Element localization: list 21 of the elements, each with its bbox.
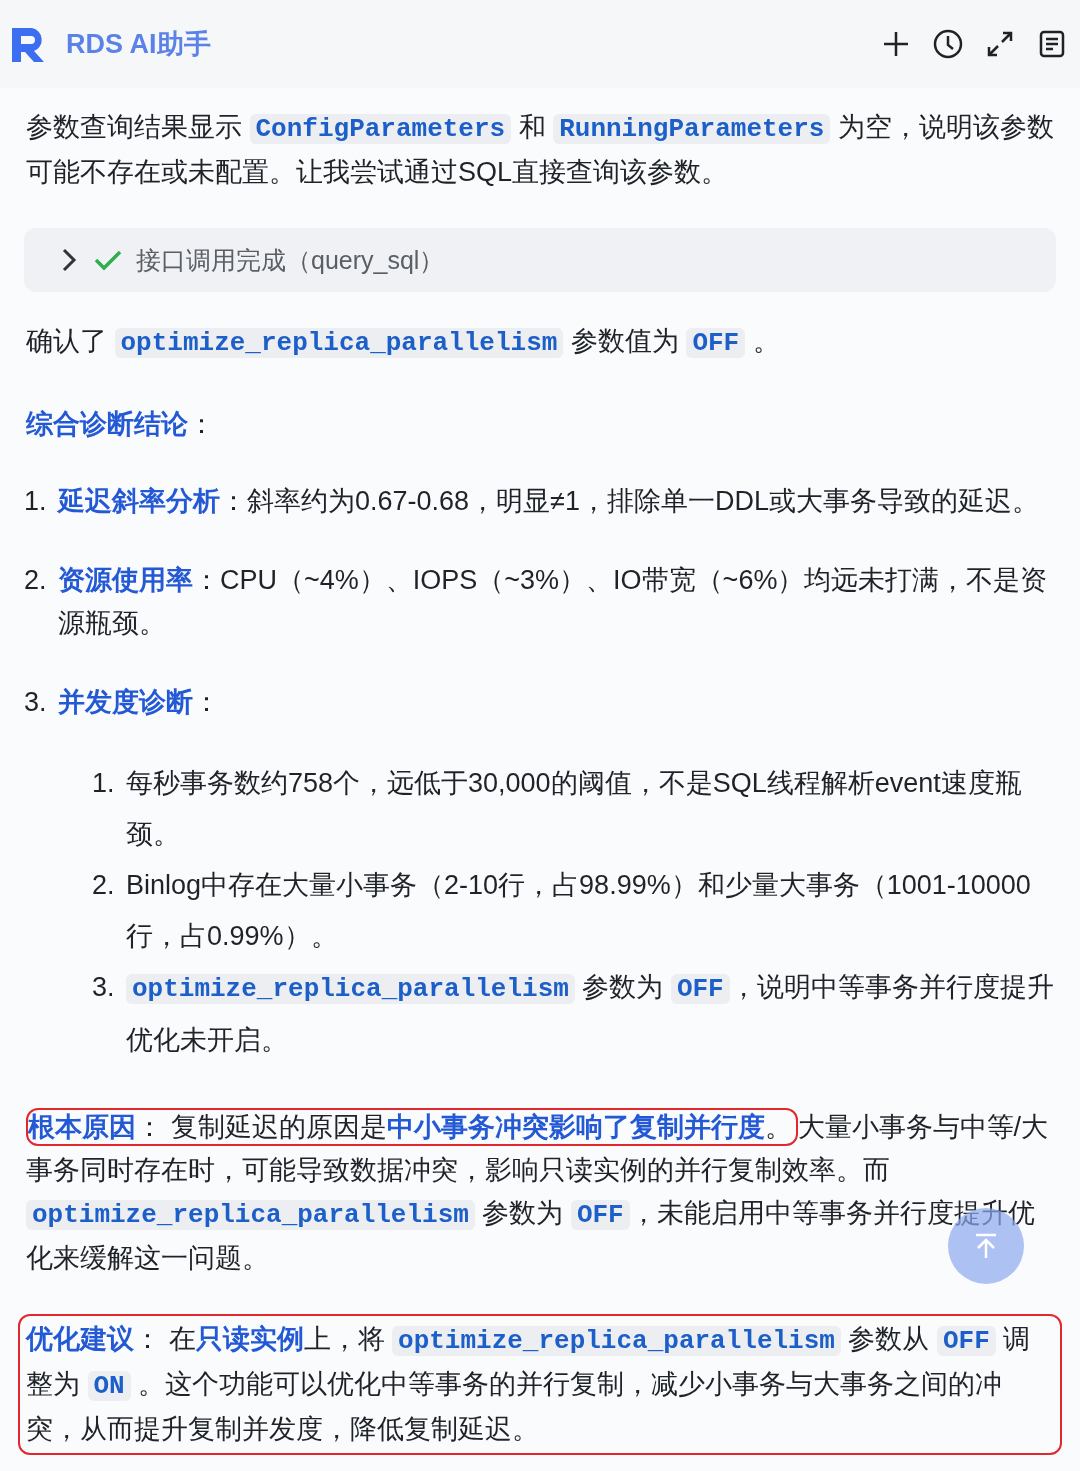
- list-item-text: 延迟斜率分析：斜率约为0.67-0.68，明显≠1，排除单一DDL或大事务导致的延迟。: [58, 485, 1039, 518]
- check-icon: [94, 248, 122, 272]
- list-number: 2.: [92, 869, 116, 902]
- list-item-text: 资源使用率：CPU（~4%）、IOPS（~3%）、IO带宽（~6%）均远未打满，不是资源瓶颈。: [58, 564, 1049, 640]
- app-title: RDS AI助手: [66, 28, 212, 61]
- list-item-text: 并发度诊断：: [58, 686, 221, 719]
- paragraph: 根本原因： 复制延迟的原因是中小事务冲突影响了复制并行度。 大量小事务与中等/大事务同时存在时，可能导致数据冲突，影响只读实例的并行复制效率。而 optimize_replica_parallelism 参数为 OFF ，未能启用中等事务并行度提升优化来缓解这一问题。: [18, 1102, 1062, 1284]
- list-item-text: 每秒事务数约758个，远低于30,000的阈值，不是SQL线程解析event速度瓶颈。: [126, 767, 1023, 851]
- tool-call-label: 接口调用完成（query_sql）: [136, 244, 445, 276]
- paragraph: 优化建议： 在只读实例上，将 optimize_replica_parallelism 参数从 OFF 调整为 ON 。这个功能可以优化中等事务的并行复制，减少小事务与大事务之间的冲突，从而提升复制并发度，降低复制延迟。: [18, 1314, 1062, 1455]
- paragraph: 综合诊断结论：: [25, 408, 216, 441]
- clock-icon[interactable]: [932, 28, 964, 60]
- list-number: 2.: [24, 564, 48, 597]
- list-number: 1.: [24, 485, 48, 518]
- list-item-text: optimize_replica_parallelism 参数为 OFF ，说明中等事务并行度提升优化未开启。: [126, 971, 1055, 1057]
- tool-call-row[interactable]: 接口调用完成（query_sql）: [24, 228, 1056, 292]
- list-item-text: Binlog中存在大量小事务（2-10行，占98.99%）和少量大事务（1001-10000行，占0.99%）。: [126, 869, 1032, 953]
- paragraph: 参数查询结果显示 ConfigParameters 和 RunningParameters 为空，说明该参数可能不存在或未配置。让我尝试通过SQL直接查询该参数。: [25, 111, 1055, 189]
- list-number: 3.: [24, 686, 48, 719]
- list-number: 3.: [92, 971, 116, 1004]
- list-number: 1.: [92, 767, 116, 800]
